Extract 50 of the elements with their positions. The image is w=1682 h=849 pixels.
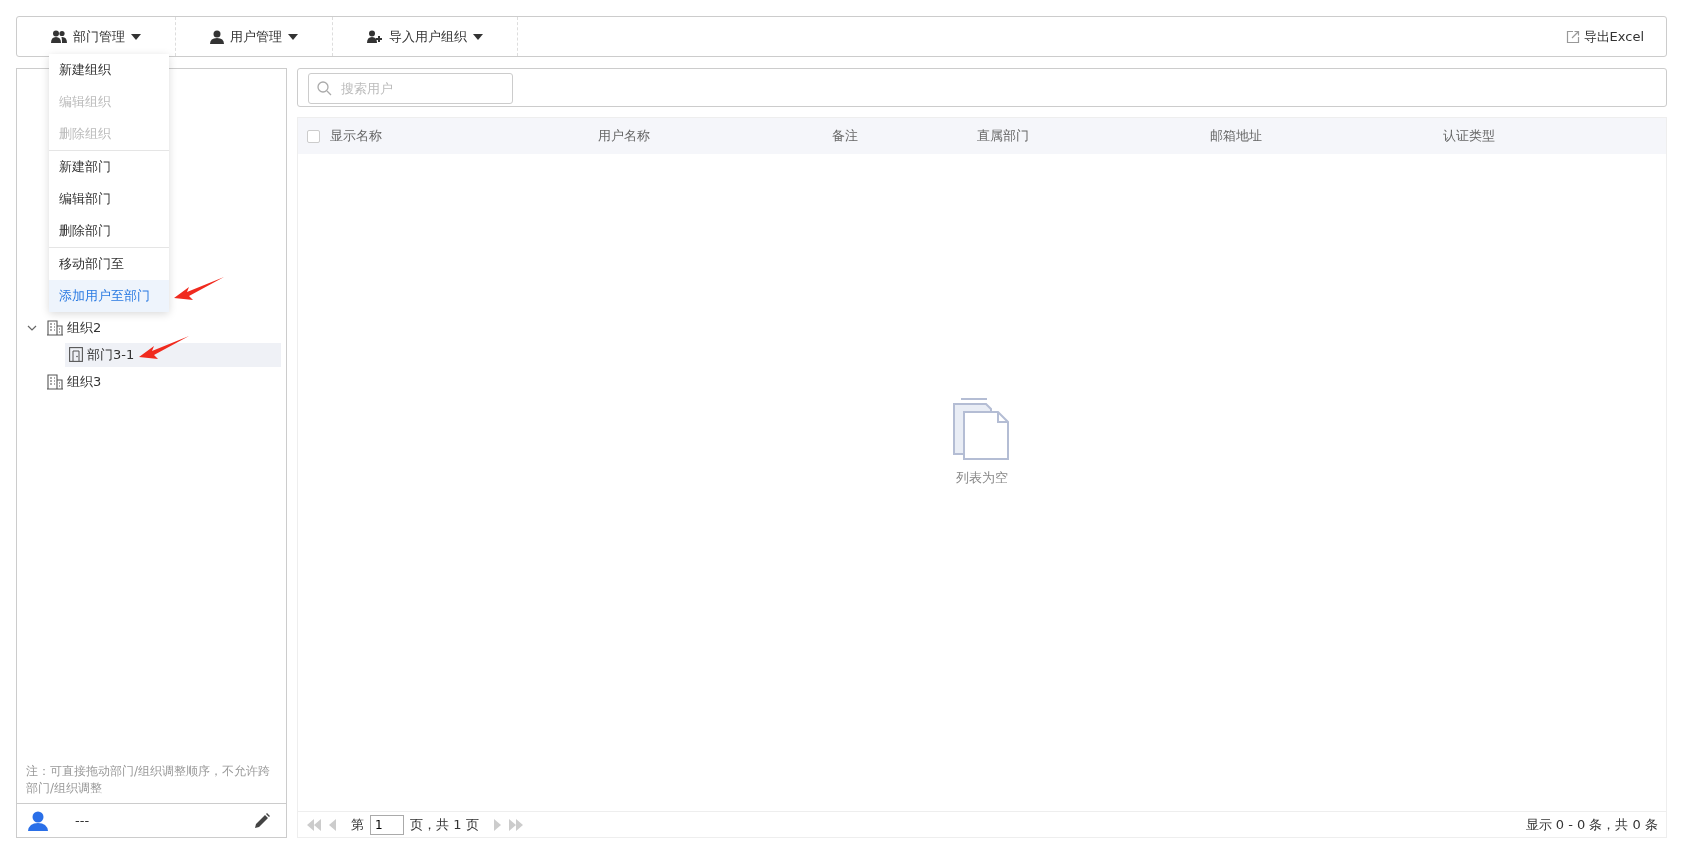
building-icon	[47, 373, 63, 390]
last-page-button[interactable]	[507, 818, 524, 831]
column-header: 邮箱地址	[1210, 127, 1263, 146]
empty-message: 列表为空	[956, 468, 1008, 487]
edit-button[interactable]	[253, 810, 271, 831]
column-header: 认证类型	[1443, 127, 1496, 146]
column-header: 直属部门	[977, 127, 1030, 146]
first-page-icon	[306, 818, 322, 831]
dropdown-menu-button[interactable]: 导入用户组织	[333, 17, 518, 56]
tree-item[interactable]: 部门3-1	[65, 342, 281, 367]
previous-page-icon	[328, 818, 337, 831]
column-header: 显示名称	[330, 127, 383, 146]
page-input[interactable]: 1	[370, 814, 404, 835]
user-name: ---	[75, 811, 91, 830]
caret-icon	[288, 33, 298, 40]
previous-page-button[interactable]	[328, 818, 337, 831]
menu-item[interactable]: 新建组织	[49, 54, 169, 86]
last-page-icon	[507, 818, 524, 831]
pencil-icon	[253, 812, 271, 831]
select-all-checkbox[interactable]	[307, 129, 320, 143]
caret-icon	[473, 33, 483, 40]
export-icon	[1565, 29, 1580, 44]
column-header: 用户名称	[598, 127, 651, 146]
dropdown-menu-button[interactable]: 用户管理	[176, 17, 333, 56]
menu-item[interactable]: 添加用户至部门	[49, 280, 169, 312]
record-summary: 显示 0 - 0 条，共 0 条	[1525, 815, 1658, 834]
column-header: 备注	[832, 127, 859, 146]
caret-icon	[131, 33, 141, 40]
building-icon	[47, 319, 63, 336]
menu-item[interactable]: 删除部门	[49, 215, 169, 247]
menu-item[interactable]: 编辑部门	[49, 183, 169, 215]
next-page-button[interactable]	[492, 818, 502, 831]
user-icon	[210, 29, 224, 44]
tree-item[interactable]: 组织3	[43, 369, 281, 394]
menu-item[interactable]: 新建部门	[49, 151, 169, 183]
door-icon	[69, 347, 83, 362]
search-icon	[317, 81, 332, 96]
users-icon	[51, 30, 67, 43]
export-button[interactable]: 导出Excel	[1543, 17, 1666, 56]
page-label: 第	[351, 815, 364, 834]
tree-item[interactable]: 组织2	[43, 315, 281, 340]
page-count: 页，共 1 页	[410, 815, 479, 834]
empty-documents-icon	[953, 397, 1011, 460]
menu-item[interactable]: 移动部门至	[49, 248, 169, 280]
users-add-icon	[367, 30, 383, 43]
search-field[interactable]: 搜索用户	[308, 73, 513, 104]
next-page-icon	[492, 818, 502, 831]
user-icon	[27, 810, 49, 831]
sidebar-note: 注：可直接拖动部门/组织调整顺序，不允许跨部门/组织调整	[25, 763, 272, 797]
first-page-button[interactable]	[306, 818, 322, 831]
